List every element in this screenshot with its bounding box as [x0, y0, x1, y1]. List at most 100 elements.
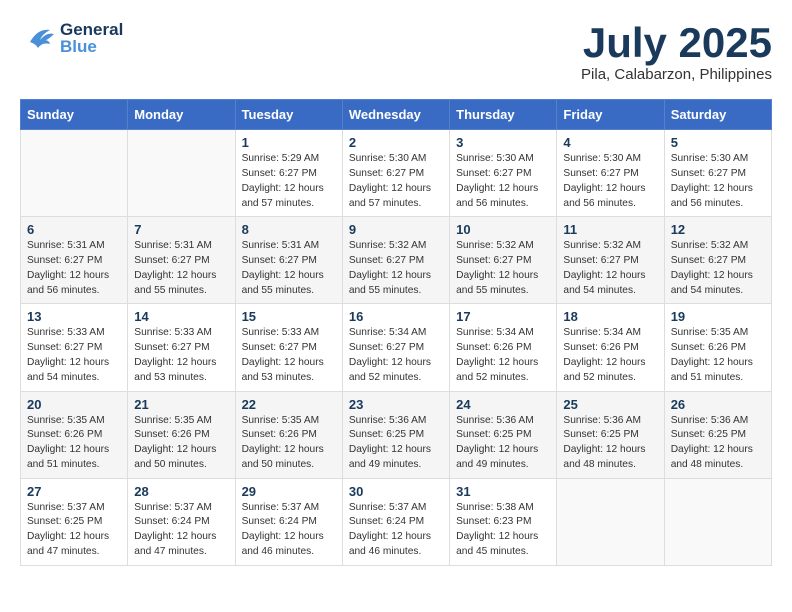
day-info: Sunrise: 5:34 AM Sunset: 6:27 PM Dayligh…	[349, 326, 443, 385]
day-info: Sunrise: 5:30 AM Sunset: 6:27 PM Dayligh…	[349, 152, 443, 211]
calendar-cell: 3 Sunrise: 5:30 AM Sunset: 6:27 PM Daylig…	[450, 130, 557, 217]
calendar-table: SundayMondayTuesdayWednesdayThursdayFrid…	[20, 99, 772, 566]
day-number: 14	[134, 309, 228, 324]
week-row-1: 1 Sunrise: 5:29 AM Sunset: 6:27 PM Daylig…	[21, 130, 772, 217]
day-number: 12	[671, 222, 765, 237]
day-number: 15	[242, 309, 336, 324]
week-row-3: 13Sunrise: 5:33 AM Sunset: 6:27 PM Dayli…	[21, 304, 772, 391]
calendar-cell: 5Sunrise: 5:30 AM Sunset: 6:27 PM Daylig…	[664, 130, 771, 217]
weekday-header-monday: Monday	[128, 100, 235, 130]
week-row-2: 6Sunrise: 5:31 AM Sunset: 6:27 PM Daylig…	[21, 217, 772, 304]
day-info: Sunrise: 5:35 AM Sunset: 6:26 PM Dayligh…	[671, 326, 765, 385]
day-number: 25	[563, 397, 657, 412]
day-number: 7	[134, 222, 228, 237]
day-number: 31	[456, 484, 550, 499]
calendar-cell: 16Sunrise: 5:34 AM Sunset: 6:27 PM Dayli…	[342, 304, 449, 391]
calendar-cell: 14 Sunrise: 5:33 AM Sunset: 6:27 PM Dayli…	[128, 304, 235, 391]
calendar-cell: 2 Sunrise: 5:30 AM Sunset: 6:27 PM Daylig…	[342, 130, 449, 217]
calendar-cell	[21, 130, 128, 217]
day-info: Sunrise: 5:35 AM Sunset: 6:26 PM Dayligh…	[134, 414, 228, 473]
day-info: Sunrise: 5:34 AM Sunset: 6:26 PM Dayligh…	[456, 326, 550, 385]
week-row-4: 20 Sunrise: 5:35 AM Sunset: 6:26 PM Dayli…	[21, 391, 772, 478]
day-info: Sunrise: 5:30 AM Sunset: 6:27 PM Dayligh…	[563, 152, 657, 211]
day-info: Sunrise: 5:36 AM Sunset: 6:25 PM Dayligh…	[671, 414, 765, 473]
day-number: 23	[349, 397, 443, 412]
day-number: 19	[671, 309, 765, 324]
calendar-cell: 9Sunrise: 5:32 AM Sunset: 6:27 PM Daylig…	[342, 217, 449, 304]
day-info: Sunrise: 5:36 AM Sunset: 6:25 PM Dayligh…	[456, 414, 550, 473]
title-block: July 2025 Pila, Calabarzon, Philippines	[581, 20, 772, 83]
calendar-cell: 21 Sunrise: 5:35 AM Sunset: 6:26 PM Dayli…	[128, 391, 235, 478]
calendar-cell: 15 Sunrise: 5:33 AM Sunset: 6:27 PM Dayli…	[235, 304, 342, 391]
calendar-cell: 28Sunrise: 5:37 AM Sunset: 6:24 PM Dayli…	[128, 478, 235, 565]
day-number: 20	[27, 397, 121, 412]
logo: General Blue	[20, 20, 123, 56]
day-number: 22	[242, 397, 336, 412]
day-number: 27	[27, 484, 121, 499]
day-number: 21	[134, 397, 228, 412]
day-number: 24	[456, 397, 550, 412]
day-info: Sunrise: 5:37 AM Sunset: 6:24 PM Dayligh…	[134, 501, 228, 560]
day-number: 4	[563, 135, 657, 150]
day-number: 2	[349, 135, 443, 150]
calendar-cell: 8Sunrise: 5:31 AM Sunset: 6:27 PM Daylig…	[235, 217, 342, 304]
day-info: Sunrise: 5:36 AM Sunset: 6:25 PM Dayligh…	[563, 414, 657, 473]
calendar-cell: 1 Sunrise: 5:29 AM Sunset: 6:27 PM Daylig…	[235, 130, 342, 217]
day-info: Sunrise: 5:36 AM Sunset: 6:25 PM Dayligh…	[349, 414, 443, 473]
day-info: Sunrise: 5:35 AM Sunset: 6:26 PM Dayligh…	[27, 414, 121, 473]
page-header: General Blue July 2025 Pila, Calabarzon,…	[20, 20, 772, 83]
weekday-header-wednesday: Wednesday	[342, 100, 449, 130]
day-info: Sunrise: 5:38 AM Sunset: 6:23 PM Dayligh…	[456, 501, 550, 560]
day-info: Sunrise: 5:32 AM Sunset: 6:27 PM Dayligh…	[349, 239, 443, 298]
calendar-cell: 22 Sunrise: 5:35 AM Sunset: 6:26 PM Dayli…	[235, 391, 342, 478]
day-number: 18	[563, 309, 657, 324]
calendar-cell: 30Sunrise: 5:37 AM Sunset: 6:24 PM Dayli…	[342, 478, 449, 565]
calendar-cell: 7Sunrise: 5:31 AM Sunset: 6:27 PM Daylig…	[128, 217, 235, 304]
day-number: 1	[242, 135, 336, 150]
day-info: Sunrise: 5:32 AM Sunset: 6:27 PM Dayligh…	[671, 239, 765, 298]
weekday-header-saturday: Saturday	[664, 100, 771, 130]
weekday-header-thursday: Thursday	[450, 100, 557, 130]
logo-bird-icon	[20, 20, 56, 56]
day-info: Sunrise: 5:33 AM Sunset: 6:27 PM Dayligh…	[242, 326, 336, 385]
day-info: Sunrise: 5:37 AM Sunset: 6:24 PM Dayligh…	[242, 501, 336, 560]
weekday-header-sunday: Sunday	[21, 100, 128, 130]
day-info: Sunrise: 5:32 AM Sunset: 6:27 PM Dayligh…	[563, 239, 657, 298]
day-info: Sunrise: 5:30 AM Sunset: 6:27 PM Dayligh…	[456, 152, 550, 211]
day-info: Sunrise: 5:31 AM Sunset: 6:27 PM Dayligh…	[27, 239, 121, 298]
calendar-cell: 24 Sunrise: 5:36 AM Sunset: 6:25 PM Dayli…	[450, 391, 557, 478]
weekday-header-row: SundayMondayTuesdayWednesdayThursdayFrid…	[21, 100, 772, 130]
calendar-cell	[128, 130, 235, 217]
day-info: Sunrise: 5:33 AM Sunset: 6:27 PM Dayligh…	[27, 326, 121, 385]
weekday-header-tuesday: Tuesday	[235, 100, 342, 130]
day-info: Sunrise: 5:37 AM Sunset: 6:25 PM Dayligh…	[27, 501, 121, 560]
calendar-cell: 20 Sunrise: 5:35 AM Sunset: 6:26 PM Dayli…	[21, 391, 128, 478]
day-number: 26	[671, 397, 765, 412]
month-title: July 2025	[581, 20, 772, 66]
calendar-cell: 6Sunrise: 5:31 AM Sunset: 6:27 PM Daylig…	[21, 217, 128, 304]
calendar-cell: 18Sunrise: 5:34 AM Sunset: 6:26 PM Dayli…	[557, 304, 664, 391]
calendar-cell	[664, 478, 771, 565]
day-info: Sunrise: 5:29 AM Sunset: 6:27 PM Dayligh…	[242, 152, 336, 211]
logo-general: General	[60, 21, 123, 38]
calendar-cell: 13Sunrise: 5:33 AM Sunset: 6:27 PM Dayli…	[21, 304, 128, 391]
location: Pila, Calabarzon, Philippines	[581, 66, 772, 83]
calendar-cell: 10Sunrise: 5:32 AM Sunset: 6:27 PM Dayli…	[450, 217, 557, 304]
logo-blue: Blue	[60, 38, 123, 55]
day-number: 29	[242, 484, 336, 499]
day-info: Sunrise: 5:35 AM Sunset: 6:26 PM Dayligh…	[242, 414, 336, 473]
day-number: 10	[456, 222, 550, 237]
day-number: 17	[456, 309, 550, 324]
calendar-cell: 23 Sunrise: 5:36 AM Sunset: 6:25 PM Dayli…	[342, 391, 449, 478]
day-number: 30	[349, 484, 443, 499]
calendar-cell: 17 Sunrise: 5:34 AM Sunset: 6:26 PM Dayli…	[450, 304, 557, 391]
calendar-cell: 25 Sunrise: 5:36 AM Sunset: 6:25 PM Dayli…	[557, 391, 664, 478]
logo-text: General Blue	[60, 21, 123, 55]
calendar-cell: 31 Sunrise: 5:38 AM Sunset: 6:23 PM Dayli…	[450, 478, 557, 565]
weekday-header-friday: Friday	[557, 100, 664, 130]
day-info: Sunrise: 5:33 AM Sunset: 6:27 PM Dayligh…	[134, 326, 228, 385]
week-row-5: 27 Sunrise: 5:37 AM Sunset: 6:25 PM Dayli…	[21, 478, 772, 565]
day-info: Sunrise: 5:30 AM Sunset: 6:27 PM Dayligh…	[671, 152, 765, 211]
day-number: 3	[456, 135, 550, 150]
calendar-cell: 12 Sunrise: 5:32 AM Sunset: 6:27 PM Dayli…	[664, 217, 771, 304]
